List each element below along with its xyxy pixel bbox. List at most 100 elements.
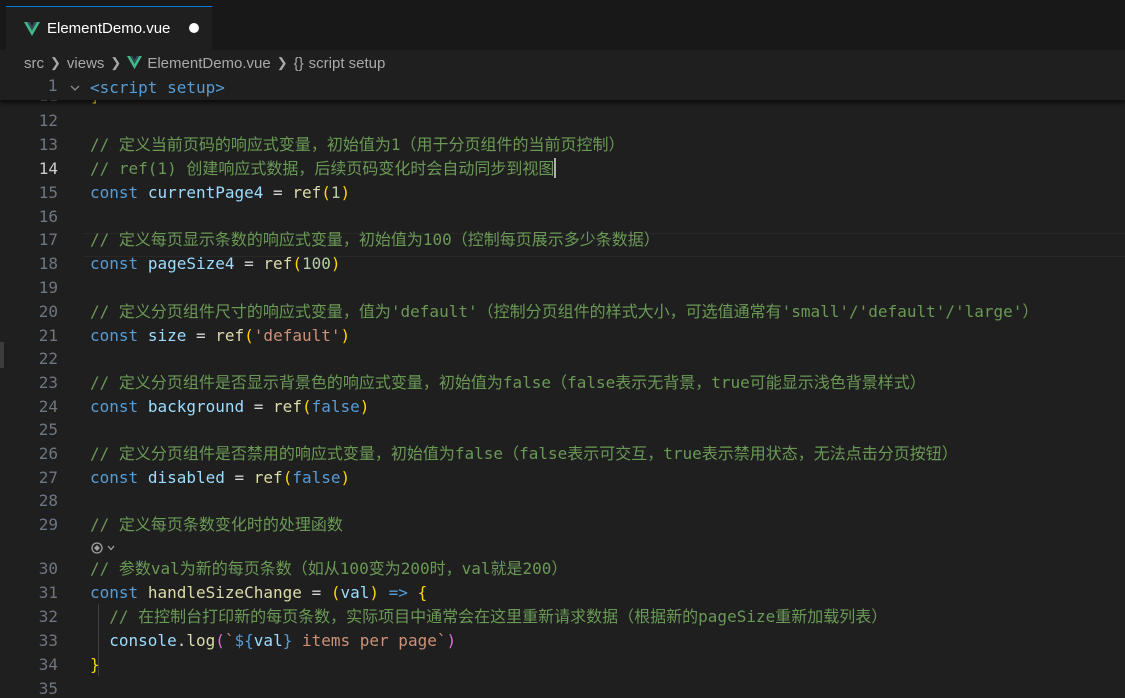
breadcrumb: src ❯ views ❯ ElementDemo.vue ❯ {} script… <box>0 50 1125 76</box>
tab-elementdemo-vue[interactable]: ElementDemo.vue <box>6 6 212 50</box>
code-line[interactable]: 18 const pageSize4 = ref(100) <box>0 252 1125 276</box>
code-line[interactable]: 23 // 定义分页组件是否显示背景色的响应式变量，初始值为false（false… <box>0 371 1125 395</box>
code-token: ) <box>340 183 351 202</box>
breadcrumb-item-src[interactable]: src <box>24 55 44 72</box>
code-line[interactable]: 19 <box>0 276 1125 300</box>
code-line[interactable]: 22 <box>0 347 1125 371</box>
code-line[interactable]: 32 // 在控制台打印新的每页条数，实际项目中通常会在这里重新请求数据（根据新… <box>0 605 1125 629</box>
code-line[interactable]: 28 <box>0 489 1125 513</box>
code-token: ) <box>330 254 341 273</box>
code-line[interactable]: 31 const handleSizeChange = (val) => { <box>0 581 1125 605</box>
line-number: 19 <box>38 278 58 297</box>
code-text: const handleSizeChange = (val) => { <box>90 581 427 605</box>
code-editor[interactable]: 11]1213// 定义当前页码的响应式变量，初始值为1（用于分页组件的当前页控… <box>0 76 1125 698</box>
code-text: // 定义每页条数变化时的处理函数 <box>90 513 343 537</box>
code-token: ${ <box>234 631 254 650</box>
line-number: 16 <box>38 207 58 226</box>
code-line[interactable]: 34} <box>0 653 1125 677</box>
code-text: } <box>90 653 100 677</box>
code-token: ( <box>244 326 254 345</box>
code-text: // 定义分页组件尺寸的响应式变量，值为'default'（控制分页组件的样式大… <box>90 300 1038 324</box>
unsaved-dot-icon[interactable] <box>189 23 199 33</box>
breadcrumb-item-script-setup[interactable]: {} script setup <box>294 55 386 72</box>
code-line[interactable]: 27 const disabled = ref(false) <box>0 466 1125 490</box>
code-token: } <box>282 631 293 650</box>
line-number: 26 <box>38 444 58 463</box>
tab-label: ElementDemo.vue <box>47 20 171 37</box>
code-token: } <box>90 655 100 674</box>
code-token: const <box>90 397 139 416</box>
code-token: const <box>90 183 139 202</box>
code-token: items per page` <box>292 631 447 650</box>
code-text: // 定义每页显示条数的响应式变量，初始值为100（控制每页展示多少条数据） <box>90 228 660 252</box>
code-line[interactable]: 33 console.log(`${val} items per page`) <box>0 629 1125 653</box>
line-number: 27 <box>38 468 58 487</box>
code-text: // 定义分页组件是否显示背景色的响应式变量，初始值为false（false表示… <box>90 371 926 395</box>
code-token: = <box>224 468 254 487</box>
line-number: 20 <box>38 302 58 321</box>
breadcrumb-item-views[interactable]: views <box>67 55 105 72</box>
code-token: ( <box>282 468 293 487</box>
chevron-right-icon: ❯ <box>110 55 122 70</box>
code-token: const <box>90 468 139 487</box>
code-token: // 定义分页组件是否禁用的响应式变量，初始值为false（false表示可交互… <box>90 444 958 463</box>
code-token: = <box>301 583 331 602</box>
code-token: = <box>244 397 274 416</box>
code-text: const pageSize4 = ref(100) <box>90 252 341 276</box>
code-token: ( <box>301 397 312 416</box>
code-line[interactable]: 35 <box>0 677 1125 698</box>
code-line[interactable]: 14 // ref(1) 创建响应式数据，后续页码变化时会自动同步到视图 <box>0 157 1125 181</box>
line-number: 29 <box>38 515 58 534</box>
code-token: => <box>388 583 408 602</box>
line-number: 12 <box>38 111 58 130</box>
line-number: 18 <box>38 254 58 273</box>
code-token: 100 <box>301 254 331 273</box>
code-line[interactable]: 15 const currentPage4 = ref(1) <box>0 181 1125 205</box>
breadcrumb-file-label: ElementDemo.vue <box>147 54 271 72</box>
inline-suggestion-hint[interactable] <box>90 538 116 558</box>
breadcrumb-item-file[interactable]: ElementDemo.vue <box>127 54 271 72</box>
code-line[interactable]: 13 // 定义当前页码的响应式变量，初始值为1（用于分页组件的当前页控制） <box>0 133 1125 157</box>
code-token: ) <box>359 397 370 416</box>
code-line[interactable]: 12 <box>0 109 1125 133</box>
code-line[interactable]: 17 // 定义每页显示条数的响应式变量，初始值为100（控制每页展示多少条数据） <box>0 228 1125 252</box>
code-token: // 在控制台打印新的每页条数，实际项目中通常会在这里重新请求数据（根据新的pa… <box>109 607 888 626</box>
code-token: val <box>253 631 283 650</box>
code-line[interactable]: 16 <box>0 205 1125 229</box>
code-token: ref <box>215 326 245 345</box>
code-line[interactable]: 25 <box>0 418 1125 442</box>
code-token: handleSizeChange <box>147 583 302 602</box>
line-number: 28 <box>38 491 58 510</box>
code-line[interactable]: 21 const size = ref('default') <box>0 324 1125 348</box>
code-line[interactable]: 26 // 定义分页组件是否禁用的响应式变量，初始值为false（false表示可… <box>0 442 1125 466</box>
code-line[interactable]: 30 // 参数val为新的每页条数（如从100变为200时，val就是200） <box>0 557 1125 581</box>
line-number: 17 <box>38 230 58 249</box>
code-text: const disabled = ref(false) <box>90 466 350 490</box>
code-line[interactable]: 20 // 定义分页组件尺寸的响应式变量，值为'default'（控制分页组件的样… <box>0 300 1125 324</box>
code-token: { <box>417 583 428 602</box>
chevron-right-icon: ❯ <box>276 55 288 70</box>
code-line[interactable]: 29 // 定义每页条数变化时的处理函数 <box>0 513 1125 537</box>
code-token: // 定义当前页码的响应式变量，初始值为1（用于分页组件的当前页控制） <box>90 135 625 154</box>
line-number: 24 <box>38 397 58 416</box>
fold-chevron-icon[interactable] <box>69 82 81 94</box>
line-number: 15 <box>38 183 58 202</box>
line-number: 34 <box>38 655 58 674</box>
line-number: 31 <box>38 583 58 602</box>
code-token: . <box>176 631 187 650</box>
code-token: ) <box>369 583 380 602</box>
line-number: 32 <box>38 607 58 626</box>
code-token: // 定义分页组件是否显示背景色的响应式变量，初始值为false（false表示… <box>90 373 926 392</box>
code-text: console.log(`${val} items per page`) <box>90 629 456 653</box>
sticky-scroll-header[interactable]: 1 <script setup> <box>0 76 1125 100</box>
code-line[interactable]: 24 const background = ref(false) <box>0 395 1125 419</box>
code-token: ref <box>253 468 283 487</box>
code-token: currentPage4 <box>147 183 264 202</box>
code-text: // ref(1) 创建响应式数据，后续页码变化时会自动同步到视图 <box>90 157 557 181</box>
line-number: 13 <box>38 135 58 154</box>
code-text: // 参数val为新的每页条数（如从100变为200时，val就是200） <box>90 557 567 581</box>
code-token: val <box>340 583 370 602</box>
